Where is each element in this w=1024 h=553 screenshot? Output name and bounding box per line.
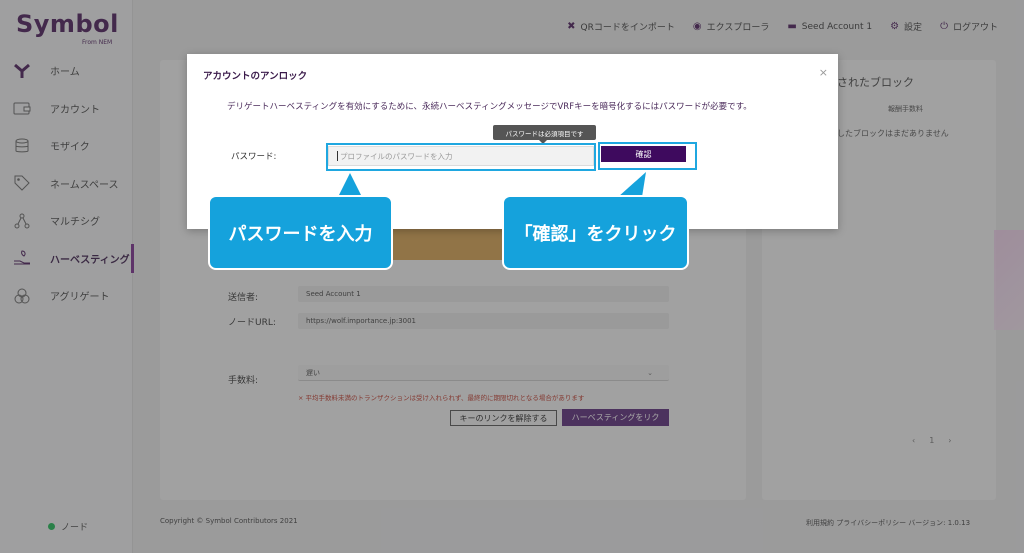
confirm-highlight-frame [598,142,697,170]
password-required-tooltip: パスワードは必須項目です [493,125,596,144]
modal-title: アカウントのアンロック [203,71,308,82]
password-label: パスワード: [231,152,277,162]
callout-enter-password: パスワードを入力 [208,195,393,270]
close-icon[interactable]: × [819,66,828,79]
modal-message: デリゲートハーベスティングを有効にするために、永続ハーベスティングメッセージでV… [227,102,752,112]
callout-click-confirm: 「確認」をクリック [502,195,689,270]
password-highlight-frame [326,143,596,171]
